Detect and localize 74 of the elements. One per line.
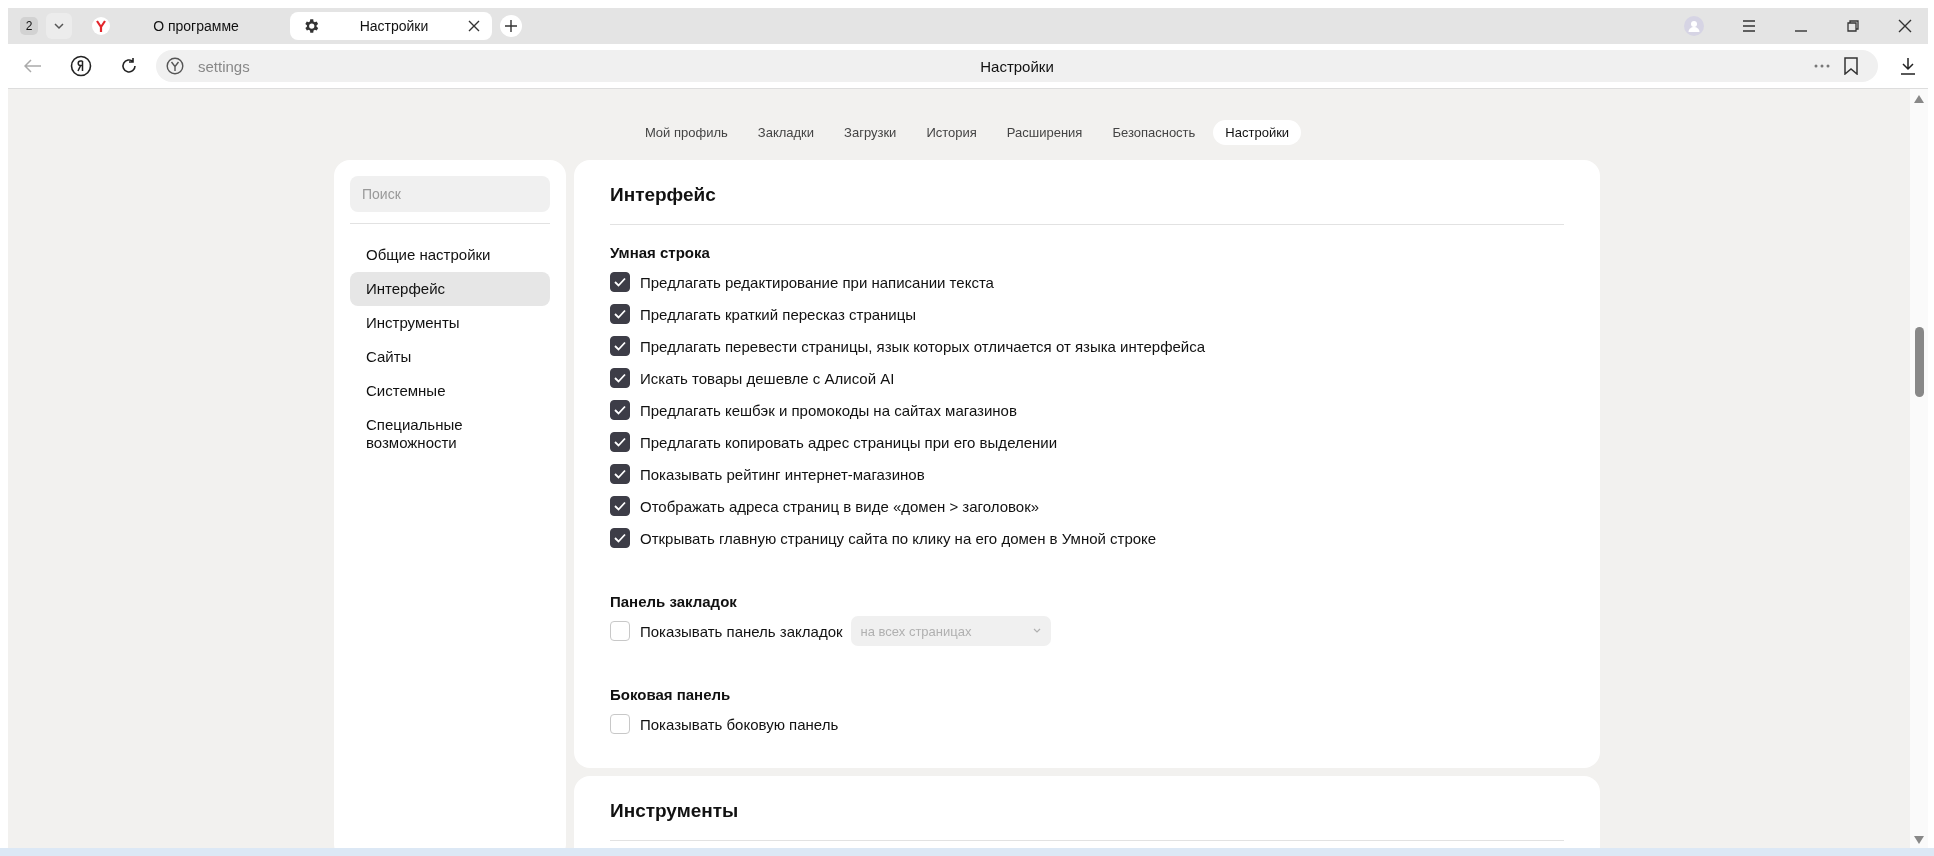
tab-title: Настройки: [358, 18, 430, 34]
check-icon: [614, 533, 626, 543]
option-label: Предлагать редактирование при написании текста: [640, 273, 994, 291]
nav-tab[interactable]: Загрузки: [832, 120, 909, 145]
section-title: Интерфейс: [610, 183, 717, 207]
circled-letter-icon[interactable]: [70, 55, 92, 77]
nav-tab[interactable]: Расширения: [994, 120, 1095, 145]
check-icon: [614, 309, 626, 319]
sidebar-item[interactable]: Сайты: [350, 340, 550, 374]
section-title: Инструменты: [610, 799, 740, 823]
scroll-up-icon[interactable]: [1914, 95, 1924, 103]
option-label: Показывать панель закладок: [640, 622, 843, 640]
checkbox[interactable]: [610, 368, 630, 388]
option-label: Показывать боковую панель: [640, 715, 839, 733]
close-icon[interactable]: [468, 20, 480, 32]
nav-tab[interactable]: Настройки: [1213, 120, 1302, 145]
option-label: Предлагать копировать адрес страницы при его выделении: [640, 433, 1058, 451]
option-label: Предлагать кешбэк и промокоды на сайтах магазинов: [640, 401, 1017, 419]
checkbox[interactable]: [610, 464, 630, 484]
checkbox[interactable]: [610, 272, 630, 292]
restore-icon[interactable]: [1846, 19, 1860, 33]
tab-title: О программе: [152, 18, 240, 34]
check-icon: [614, 373, 626, 383]
chevron-down-icon: [1032, 628, 1041, 634]
nav-tab[interactable]: Мой профиль: [632, 120, 740, 145]
checkbox[interactable]: [610, 496, 630, 516]
checkbox[interactable]: [610, 400, 630, 420]
address-text: settings: [198, 57, 250, 75]
scrollbar[interactable]: [1910, 89, 1928, 848]
checkbox[interactable]: [610, 528, 630, 548]
reload-icon[interactable]: [120, 57, 138, 75]
browser-logo-icon: [166, 57, 184, 75]
option-label: Искать товары дешевле с Алисой AI: [640, 369, 895, 387]
check-icon: [614, 437, 626, 447]
tab-count-button[interactable]: 2: [20, 17, 38, 35]
search-field[interactable]: Поиск: [350, 176, 550, 212]
checkbox[interactable]: [610, 304, 630, 324]
check-icon: [614, 469, 626, 479]
sidebar-item[interactable]: Специальные возможности: [350, 408, 550, 460]
page-title: Настройки: [980, 57, 1054, 75]
group-heading: Боковая панель: [610, 685, 732, 705]
check-icon: [614, 501, 626, 511]
new-tab-button[interactable]: [500, 15, 522, 37]
option-label: Показывать рейтинг интернет-магазинов: [640, 465, 925, 483]
close-icon[interactable]: [1898, 19, 1912, 33]
option-label: Предлагать краткий пересказ страницы: [640, 305, 917, 323]
group-heading: Панель закладок: [610, 592, 738, 612]
menu-icon[interactable]: [1742, 20, 1756, 32]
sidebar-item[interactable]: Интерфейс: [350, 272, 550, 306]
check-icon: [614, 405, 626, 415]
browser-tab[interactable]: Настройки: [290, 12, 492, 40]
option-label: Открывать главную страницу сайта по клику на его домен в Умной строке: [640, 529, 1157, 547]
group-heading: Умная строка: [610, 243, 711, 263]
scrollbar-thumb[interactable]: [1914, 327, 1924, 397]
sidebar-item[interactable]: Общие настройки: [350, 238, 550, 272]
nav-tab[interactable]: История: [914, 120, 989, 145]
bookmark-icon[interactable]: [1844, 57, 1858, 75]
nav-tab[interactable]: Закладки: [745, 120, 827, 145]
check-icon: [614, 277, 626, 287]
sidebar-item[interactable]: Системные: [350, 374, 550, 408]
address-bar[interactable]: settings Настройки: [156, 50, 1878, 82]
browser-tab[interactable]: О программе: [80, 12, 282, 40]
checkbox[interactable]: [610, 432, 630, 452]
option-label: Отображать адреса страниц в виде «домен > заголовок»: [640, 497, 1040, 515]
plus-icon: [505, 20, 517, 32]
sidebar-item[interactable]: Инструменты: [350, 306, 550, 340]
more-dots-icon[interactable]: [1814, 64, 1830, 68]
scroll-down-icon[interactable]: [1914, 836, 1924, 844]
checkbox[interactable]: [610, 336, 630, 356]
option-label: Предлагать перевести страницы, язык которых отличается от языка интерфейса: [640, 337, 1206, 355]
check-icon: [614, 341, 626, 351]
nav-tab[interactable]: Безопасность: [1100, 120, 1208, 145]
logo-icon: [92, 17, 110, 35]
download-icon[interactable]: [1900, 57, 1916, 75]
